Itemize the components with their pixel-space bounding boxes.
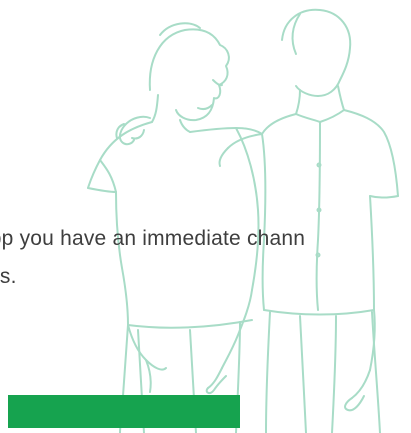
cta-button[interactable] <box>8 395 240 428</box>
body-line-1: e app you have an immediate chann <box>0 227 306 250</box>
body-line-2: us. <box>0 265 17 288</box>
two-friends-line-art-icon <box>87 8 399 433</box>
body-copy: e app you have an immediate chann us. <box>0 220 411 296</box>
page: e app you have an immediate chann us. <box>0 0 411 433</box>
